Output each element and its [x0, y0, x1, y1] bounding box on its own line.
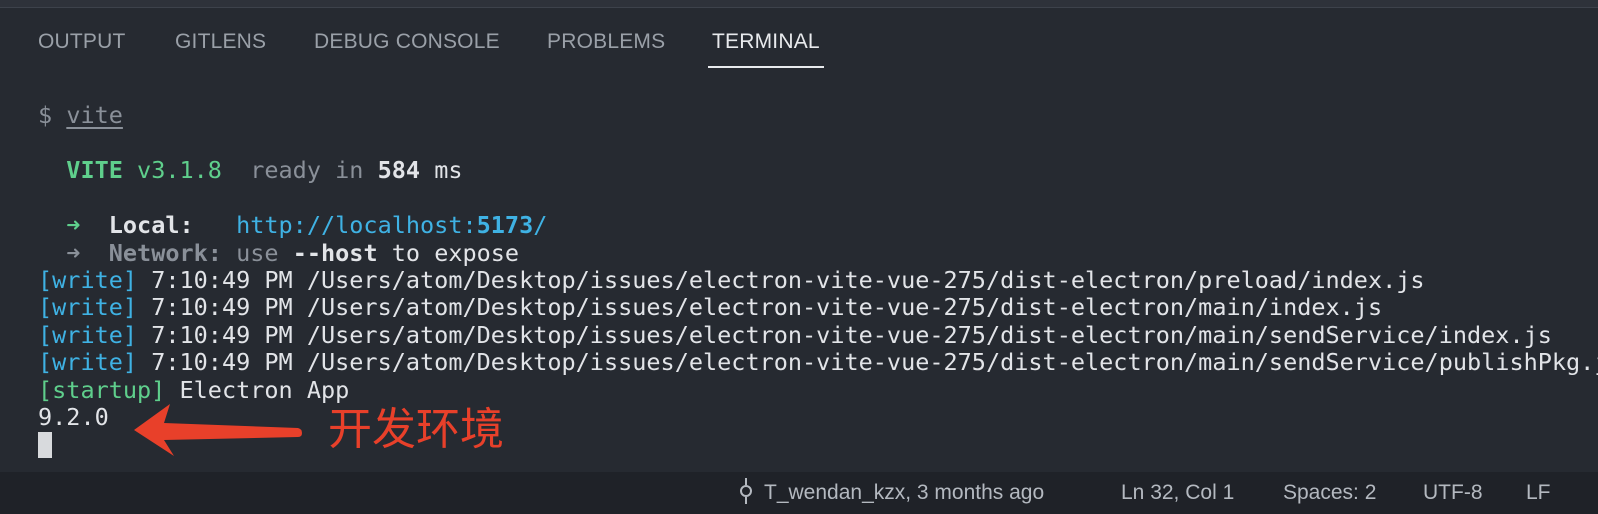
- cursor-position-status[interactable]: Ln 32, Col 1: [1121, 472, 1234, 514]
- write-path: /Users/atom/Desktop/issues/electron-vite…: [306, 293, 1383, 321]
- write-time: 7:10:49 PM: [151, 321, 293, 349]
- arrow-icon: ➜: [66, 239, 81, 267]
- network-label: Network:: [108, 239, 222, 267]
- write-tag: [write]: [38, 293, 138, 321]
- command-text: vite: [66, 101, 123, 129]
- vite-ms-unit: ms: [434, 156, 463, 184]
- tab-gitlens[interactable]: GITLENS: [175, 30, 266, 70]
- write-path: /Users/atom/Desktop/issues/electron-vite…: [306, 321, 1552, 349]
- terminal-cursor: [38, 432, 52, 458]
- network-flag: --host: [292, 239, 378, 267]
- terminal-line-version: 9.2.0: [38, 403, 109, 432]
- encoding-status[interactable]: UTF-8: [1423, 472, 1483, 514]
- local-label: Local:: [108, 211, 194, 239]
- terminal-line-vite-ready: VITE v3.1.8 ready in 584 ms: [38, 156, 463, 185]
- local-url-suffix: /: [533, 211, 548, 239]
- write-path: /Users/atom/Desktop/issues/electron-vite…: [306, 266, 1425, 294]
- tab-output[interactable]: OUTPUT: [38, 30, 126, 70]
- annotation-arrow-icon: [134, 404, 302, 456]
- git-blame-text: T_wendan_kzx, 3 months ago: [764, 481, 1045, 504]
- prompt-symbol: $: [38, 101, 53, 129]
- local-url[interactable]: http://localhost:5173/: [236, 211, 547, 239]
- write-tag: [write]: [38, 348, 138, 376]
- eol-status[interactable]: LF: [1526, 472, 1551, 514]
- vite-ready-ms: 584: [377, 156, 421, 184]
- git-blame-status[interactable]: T_wendan_kzx, 3 months ago: [738, 472, 1044, 514]
- arrow-icon: ➜: [66, 211, 81, 239]
- annotation-label: 开发环境: [328, 404, 504, 455]
- write-time: 7:10:49 PM: [151, 293, 293, 321]
- write-tag: [write]: [38, 266, 138, 294]
- terminal-line-local: ➜ Local: http://localhost:5173/: [38, 211, 547, 240]
- terminal-line-write: [write] 7:10:49 PM /Users/atom/Desktop/i…: [38, 321, 1552, 350]
- terminal-line-write: [write] 7:10:49 PM /Users/atom/Desktop/i…: [38, 266, 1425, 295]
- write-time: 7:10:49 PM: [151, 348, 293, 376]
- terminal-line-write: [write] 7:10:49 PM /Users/atom/Desktop/i…: [38, 348, 1598, 377]
- git-commit-icon: [740, 478, 752, 505]
- vite-ready-text: ready in: [250, 156, 364, 184]
- status-bar: T_wendan_kzx, 3 months ago Ln 32, Col 1 …: [0, 472, 1598, 514]
- terminal-line-write: [write] 7:10:49 PM /Users/atom/Desktop/i…: [38, 293, 1383, 322]
- tab-terminal[interactable]: TERMINAL: [708, 30, 824, 70]
- tab-debug-console[interactable]: DEBUG CONSOLE: [314, 30, 500, 70]
- vite-version: v3.1.8: [137, 156, 222, 184]
- local-url-prefix: http://localhost:: [236, 211, 477, 239]
- write-path: /Users/atom/Desktop/issues/electron-vite…: [306, 348, 1598, 376]
- local-url-port: 5173: [476, 211, 534, 239]
- network-rest: to expose: [391, 239, 520, 267]
- tab-problems[interactable]: PROBLEMS: [547, 30, 665, 70]
- panel-tab-bar: OUTPUT GITLENS DEBUG CONSOLE PROBLEMS TE…: [0, 8, 1598, 76]
- version-output: 9.2.0: [38, 403, 109, 431]
- terminal-line-network: ➜ Network: use --host to expose: [38, 239, 520, 268]
- terminal-line-command: $ vite: [38, 101, 123, 130]
- vite-name: VITE: [66, 156, 123, 184]
- write-tag: [write]: [38, 321, 138, 349]
- panel-top-border: [0, 0, 1598, 8]
- indentation-status[interactable]: Spaces: 2: [1283, 472, 1376, 514]
- write-time: 7:10:49 PM: [151, 266, 293, 294]
- network-use: use: [236, 239, 279, 267]
